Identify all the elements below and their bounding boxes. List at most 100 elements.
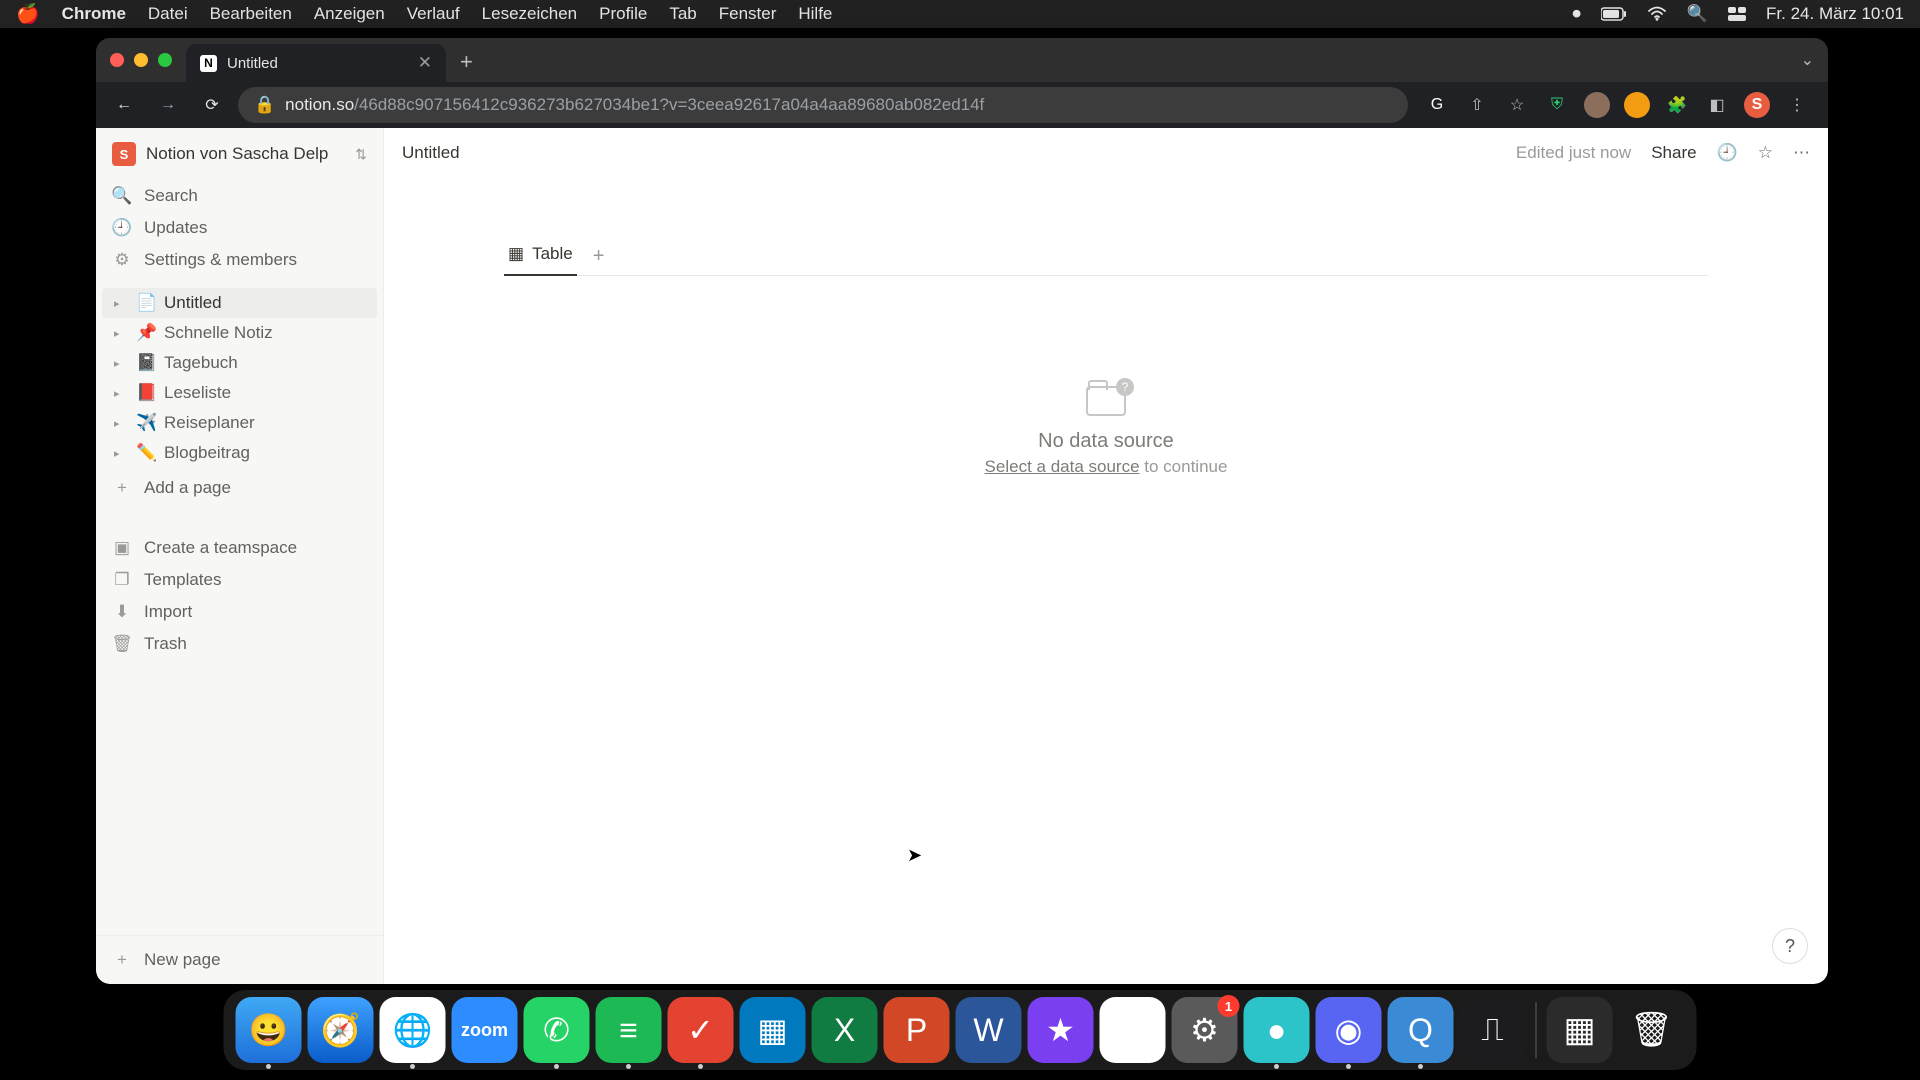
menubar-datetime[interactable]: Fr. 24. März 10:01 bbox=[1766, 4, 1904, 24]
back-button[interactable]: ← bbox=[106, 87, 142, 123]
page-leseliste[interactable]: ▸📕Leseliste bbox=[102, 378, 377, 408]
dock-zoom[interactable]: zoom bbox=[452, 997, 518, 1063]
sidepanel-icon[interactable]: ◧ bbox=[1704, 92, 1730, 118]
menu-fenster[interactable]: Fenster bbox=[719, 4, 777, 24]
extension-icon-2[interactable] bbox=[1624, 92, 1650, 118]
create-teamspace[interactable]: ▣Create a teamspace bbox=[96, 532, 383, 564]
dock-voicememos[interactable]: ⎍ bbox=[1460, 997, 1526, 1063]
running-indicator bbox=[266, 1064, 271, 1069]
dock-trash[interactable]: 🗑 bbox=[1619, 997, 1685, 1063]
templates-icon: ❐ bbox=[112, 570, 132, 590]
running-indicator bbox=[626, 1064, 631, 1069]
menu-lesezeichen[interactable]: Lesezeichen bbox=[482, 4, 577, 24]
sidebar-search[interactable]: 🔍Search bbox=[96, 180, 383, 212]
menu-bearbeiten[interactable]: Bearbeiten bbox=[210, 4, 292, 24]
dock-trello[interactable]: ▦ bbox=[740, 997, 806, 1063]
new-tab-button[interactable]: + bbox=[460, 49, 473, 75]
dock-drive[interactable]: ▲ bbox=[1100, 997, 1166, 1063]
profile-avatar[interactable]: S bbox=[1744, 92, 1770, 118]
minimize-window[interactable] bbox=[134, 53, 148, 67]
dock-whatsapp[interactable]: ✆ bbox=[524, 997, 590, 1063]
page-blogbeitrag[interactable]: ▸✏️Blogbeitrag bbox=[102, 438, 377, 468]
browser-tab[interactable]: N Untitled ✕ bbox=[186, 44, 446, 82]
dock-app1[interactable]: ● bbox=[1244, 997, 1310, 1063]
running-indicator bbox=[1346, 1064, 1351, 1069]
chrome-menu-icon[interactable]: ⋮ bbox=[1784, 92, 1810, 118]
dock-missioncontrol[interactable]: ▦ bbox=[1547, 997, 1613, 1063]
table-view-tab[interactable]: ▦ Table bbox=[504, 238, 577, 276]
disclosure-triangle-icon[interactable]: ▸ bbox=[114, 447, 128, 460]
extensions-puzzle-icon[interactable]: 🧩 bbox=[1664, 92, 1690, 118]
page-tagebuch[interactable]: ▸📓Tagebuch bbox=[102, 348, 377, 378]
dock-safari[interactable]: 🧭 bbox=[308, 997, 374, 1063]
workspace-icon: S bbox=[112, 142, 136, 166]
disclosure-triangle-icon[interactable]: ▸ bbox=[114, 327, 128, 340]
macos-dock: 😀🧭🌐zoom✆≡✓▦XPW★▲⚙1●◉Q⎍▦🗑 bbox=[224, 990, 1697, 1070]
disclosure-triangle-icon[interactable]: ▸ bbox=[114, 417, 128, 430]
dock-imovie[interactable]: ★ bbox=[1028, 997, 1094, 1063]
import[interactable]: ⬇Import bbox=[96, 596, 383, 628]
dock-spotify[interactable]: ≡ bbox=[596, 997, 662, 1063]
disclosure-triangle-icon[interactable]: ▸ bbox=[114, 387, 128, 400]
add-page-button[interactable]: +Add a page bbox=[96, 472, 383, 504]
maximize-window[interactable] bbox=[158, 53, 172, 67]
dock-powerpoint[interactable]: P bbox=[884, 997, 950, 1063]
page-schnelle-notiz[interactable]: ▸📌Schnelle Notiz bbox=[102, 318, 377, 348]
breadcrumb-title[interactable]: Untitled bbox=[402, 143, 460, 163]
dock-excel[interactable]: X bbox=[812, 997, 878, 1063]
disclosure-triangle-icon[interactable]: ▸ bbox=[114, 357, 128, 370]
record-icon[interactable]: ⏺ bbox=[1572, 4, 1581, 24]
view-tab-label: Table bbox=[532, 244, 573, 264]
page-label: Tagebuch bbox=[164, 353, 238, 373]
menu-anzeigen[interactable]: Anzeigen bbox=[314, 4, 385, 24]
workspace-switcher[interactable]: S Notion von Sascha Delp ⇅ bbox=[96, 128, 383, 180]
dock-chrome[interactable]: 🌐 bbox=[380, 997, 446, 1063]
more-icon[interactable]: ⋯ bbox=[1793, 143, 1810, 163]
sidebar-label: Create a teamspace bbox=[144, 538, 297, 558]
templates[interactable]: ❐ Templates bbox=[96, 564, 383, 596]
reload-button[interactable]: ⟳ bbox=[194, 87, 230, 123]
trash[interactable]: 🗑Trash bbox=[96, 628, 383, 660]
google-icon[interactable]: G bbox=[1424, 92, 1450, 118]
dock-discord[interactable]: ◉ bbox=[1316, 997, 1382, 1063]
spotlight-icon[interactable]: 🔍 bbox=[1687, 4, 1708, 24]
help-button[interactable]: ? bbox=[1772, 928, 1808, 964]
page-reiseplaner[interactable]: ▸✈️Reiseplaner bbox=[102, 408, 377, 438]
menu-tab[interactable]: Tab bbox=[669, 4, 696, 24]
favorite-star-icon[interactable]: ☆ bbox=[1758, 143, 1773, 163]
close-tab-icon[interactable]: ✕ bbox=[418, 53, 432, 73]
share-icon[interactable]: ⇧ bbox=[1464, 92, 1490, 118]
disclosure-triangle-icon[interactable]: ▸ bbox=[114, 297, 128, 310]
chrome-window: N Untitled ✕ + ⌄ ← → ⟳ 🔒 notion.so/46d88… bbox=[96, 38, 1828, 984]
extension-icon-1[interactable] bbox=[1584, 92, 1610, 118]
dock-settings[interactable]: ⚙1 bbox=[1172, 997, 1238, 1063]
page-untitled[interactable]: ▸📄Untitled bbox=[102, 288, 377, 318]
menu-profile[interactable]: Profile bbox=[599, 4, 647, 24]
menu-hilfe[interactable]: Hilfe bbox=[798, 4, 832, 24]
wifi-icon[interactable] bbox=[1647, 6, 1667, 22]
menu-datei[interactable]: Datei bbox=[148, 4, 188, 24]
app-name[interactable]: Chrome bbox=[62, 4, 126, 24]
bookmark-star-icon[interactable]: ☆ bbox=[1504, 92, 1530, 118]
page-label: Reiseplaner bbox=[164, 413, 255, 433]
sidebar-updates[interactable]: 🕘Updates bbox=[96, 212, 383, 244]
add-view-button[interactable]: + bbox=[593, 245, 605, 268]
control-center-icon[interactable] bbox=[1728, 7, 1746, 21]
close-window[interactable] bbox=[110, 53, 124, 67]
extension-shield-icon[interactable]: ⛨ bbox=[1544, 92, 1570, 118]
share-button[interactable]: Share bbox=[1651, 143, 1696, 163]
dock-quicktime[interactable]: Q bbox=[1388, 997, 1454, 1063]
dock-word[interactable]: W bbox=[956, 997, 1022, 1063]
comments-icon[interactable]: 🕘 bbox=[1717, 143, 1738, 163]
sidebar-settings[interactable]: ⚙Settings & members bbox=[96, 244, 383, 276]
battery-icon[interactable] bbox=[1601, 7, 1627, 21]
dock-finder[interactable]: 😀 bbox=[236, 997, 302, 1063]
apple-menu[interactable]: 🍎 bbox=[16, 2, 40, 26]
menu-verlauf[interactable]: Verlauf bbox=[407, 4, 460, 24]
address-bar[interactable]: 🔒 notion.so/46d88c907156412c936273b62703… bbox=[238, 87, 1408, 123]
new-page-button[interactable]: +New page bbox=[96, 936, 383, 984]
sidebar-label: Templates bbox=[144, 570, 221, 590]
select-data-source-link[interactable]: Select a data source bbox=[985, 457, 1140, 476]
tab-dropdown-icon[interactable]: ⌄ bbox=[1801, 50, 1814, 70]
dock-todoist[interactable]: ✓ bbox=[668, 997, 734, 1063]
